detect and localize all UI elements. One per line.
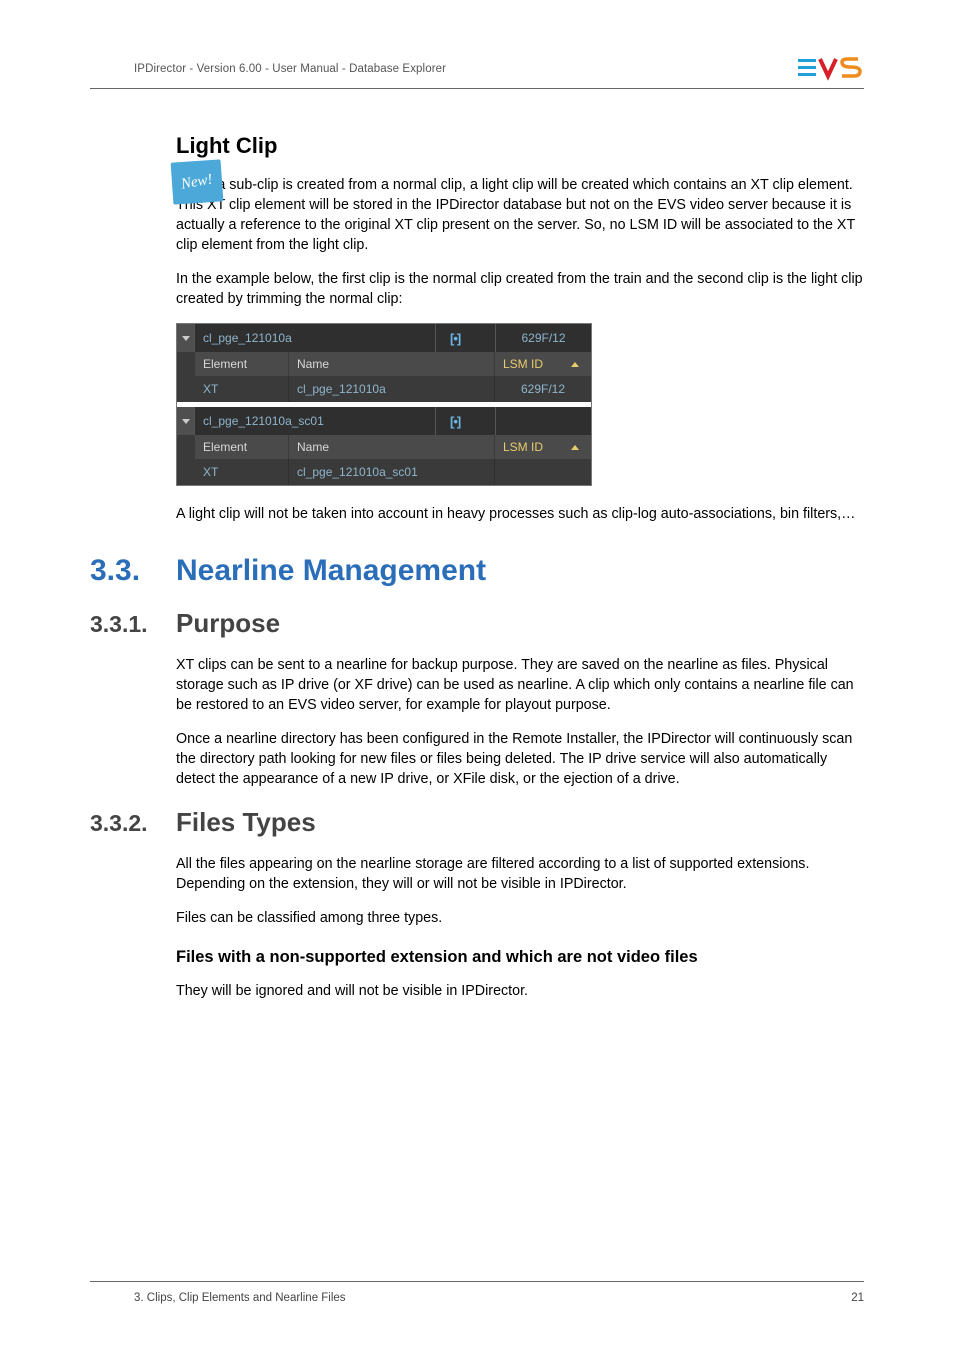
- footer-page-number: 21: [851, 1292, 864, 1304]
- col-element[interactable]: Element: [195, 435, 289, 459]
- heading-text: Purpose: [176, 608, 280, 639]
- header-breadcrumb: IPDirector - Version 6.00 - User Manual …: [90, 63, 446, 75]
- heading-light-clip: Light Clip: [176, 133, 864, 159]
- clip-type-cell: [•]: [435, 324, 495, 352]
- body-text: A light clip will not be taken into acco…: [176, 504, 864, 524]
- col-name[interactable]: Name: [289, 352, 495, 376]
- clip-bracket-icon: [•]: [450, 414, 460, 429]
- clip-bracket-icon: [•]: [450, 331, 460, 346]
- table-row[interactable]: XT cl_pge_121010a 629F/12: [177, 376, 591, 402]
- body-text: In the example below, the first clip is …: [176, 269, 864, 309]
- heading-number: 3.3.2.: [90, 810, 176, 837]
- cell-lsm: 629F/12: [495, 376, 591, 402]
- clip-name: cl_pge_121010a: [195, 324, 435, 352]
- clip-name: cl_pge_121010a_sc01: [195, 407, 435, 435]
- sub-table-header: Element Name LSM ID: [177, 435, 591, 459]
- footer-chapter: 3. Clips, Clip Elements and Nearline Fil…: [90, 1292, 346, 1304]
- expand-toggle[interactable]: [177, 407, 195, 435]
- cell-lsm: [495, 459, 591, 485]
- col-element[interactable]: Element: [195, 352, 289, 376]
- col-lsm-id[interactable]: LSM ID: [495, 352, 591, 376]
- chevron-down-icon: [182, 419, 190, 424]
- body-text: Files can be classified among three type…: [176, 908, 864, 928]
- heading-3-3: 3.3. Nearline Management: [90, 554, 864, 588]
- sort-asc-icon: [571, 445, 579, 450]
- clip-lsm-id: 629F/12: [495, 324, 591, 352]
- chevron-down-icon: [182, 336, 190, 341]
- clip-list-screenshot: cl_pge_121010a [•] 629F/12 Element Name …: [176, 323, 592, 486]
- table-row[interactable]: XT cl_pge_121010a_sc01: [177, 459, 591, 485]
- body-text: All the files appearing on the nearline …: [176, 854, 864, 894]
- evs-logo: [798, 56, 864, 82]
- page-footer: 3. Clips, Clip Elements and Nearline Fil…: [90, 1281, 864, 1304]
- body-text: Once a nearline directory has been confi…: [176, 729, 864, 789]
- page-header: IPDirector - Version 6.00 - User Manual …: [90, 56, 864, 89]
- heading-3-3-2: 3.3.2. Files Types: [90, 807, 864, 838]
- heading-number: 3.3.: [90, 554, 176, 588]
- expand-toggle[interactable]: [177, 324, 195, 352]
- heading-3-3-1: 3.3.1. Purpose: [90, 608, 864, 639]
- heading-text: Files Types: [176, 807, 316, 838]
- col-name[interactable]: Name: [289, 435, 495, 459]
- body-text: They will be ignored and will not be vis…: [176, 981, 864, 1001]
- new-badge-label: New!: [180, 171, 214, 193]
- cell-name: cl_pge_121010a_sc01: [289, 459, 495, 485]
- clip-row[interactable]: cl_pge_121010a [•] 629F/12: [177, 324, 591, 352]
- sort-asc-icon: [571, 362, 579, 367]
- sub-table-header: Element Name LSM ID: [177, 352, 591, 376]
- heading-text: Nearline Management: [176, 554, 486, 588]
- subheading: Files with a non-supported extension and…: [176, 948, 864, 967]
- clip-row[interactable]: cl_pge_121010a_sc01 [•]: [177, 407, 591, 435]
- clip-type-cell: [•]: [435, 407, 495, 435]
- heading-number: 3.3.1.: [90, 611, 176, 638]
- cell-element: XT: [195, 459, 289, 485]
- body-text: When a sub-clip is created from a normal…: [176, 175, 864, 255]
- col-lsm-id[interactable]: LSM ID: [495, 435, 591, 459]
- cell-element: XT: [195, 376, 289, 402]
- new-badge: New!: [171, 159, 224, 204]
- body-text: XT clips can be sent to a nearline for b…: [176, 655, 864, 715]
- cell-name: cl_pge_121010a: [289, 376, 495, 402]
- clip-lsm-id: [495, 407, 591, 435]
